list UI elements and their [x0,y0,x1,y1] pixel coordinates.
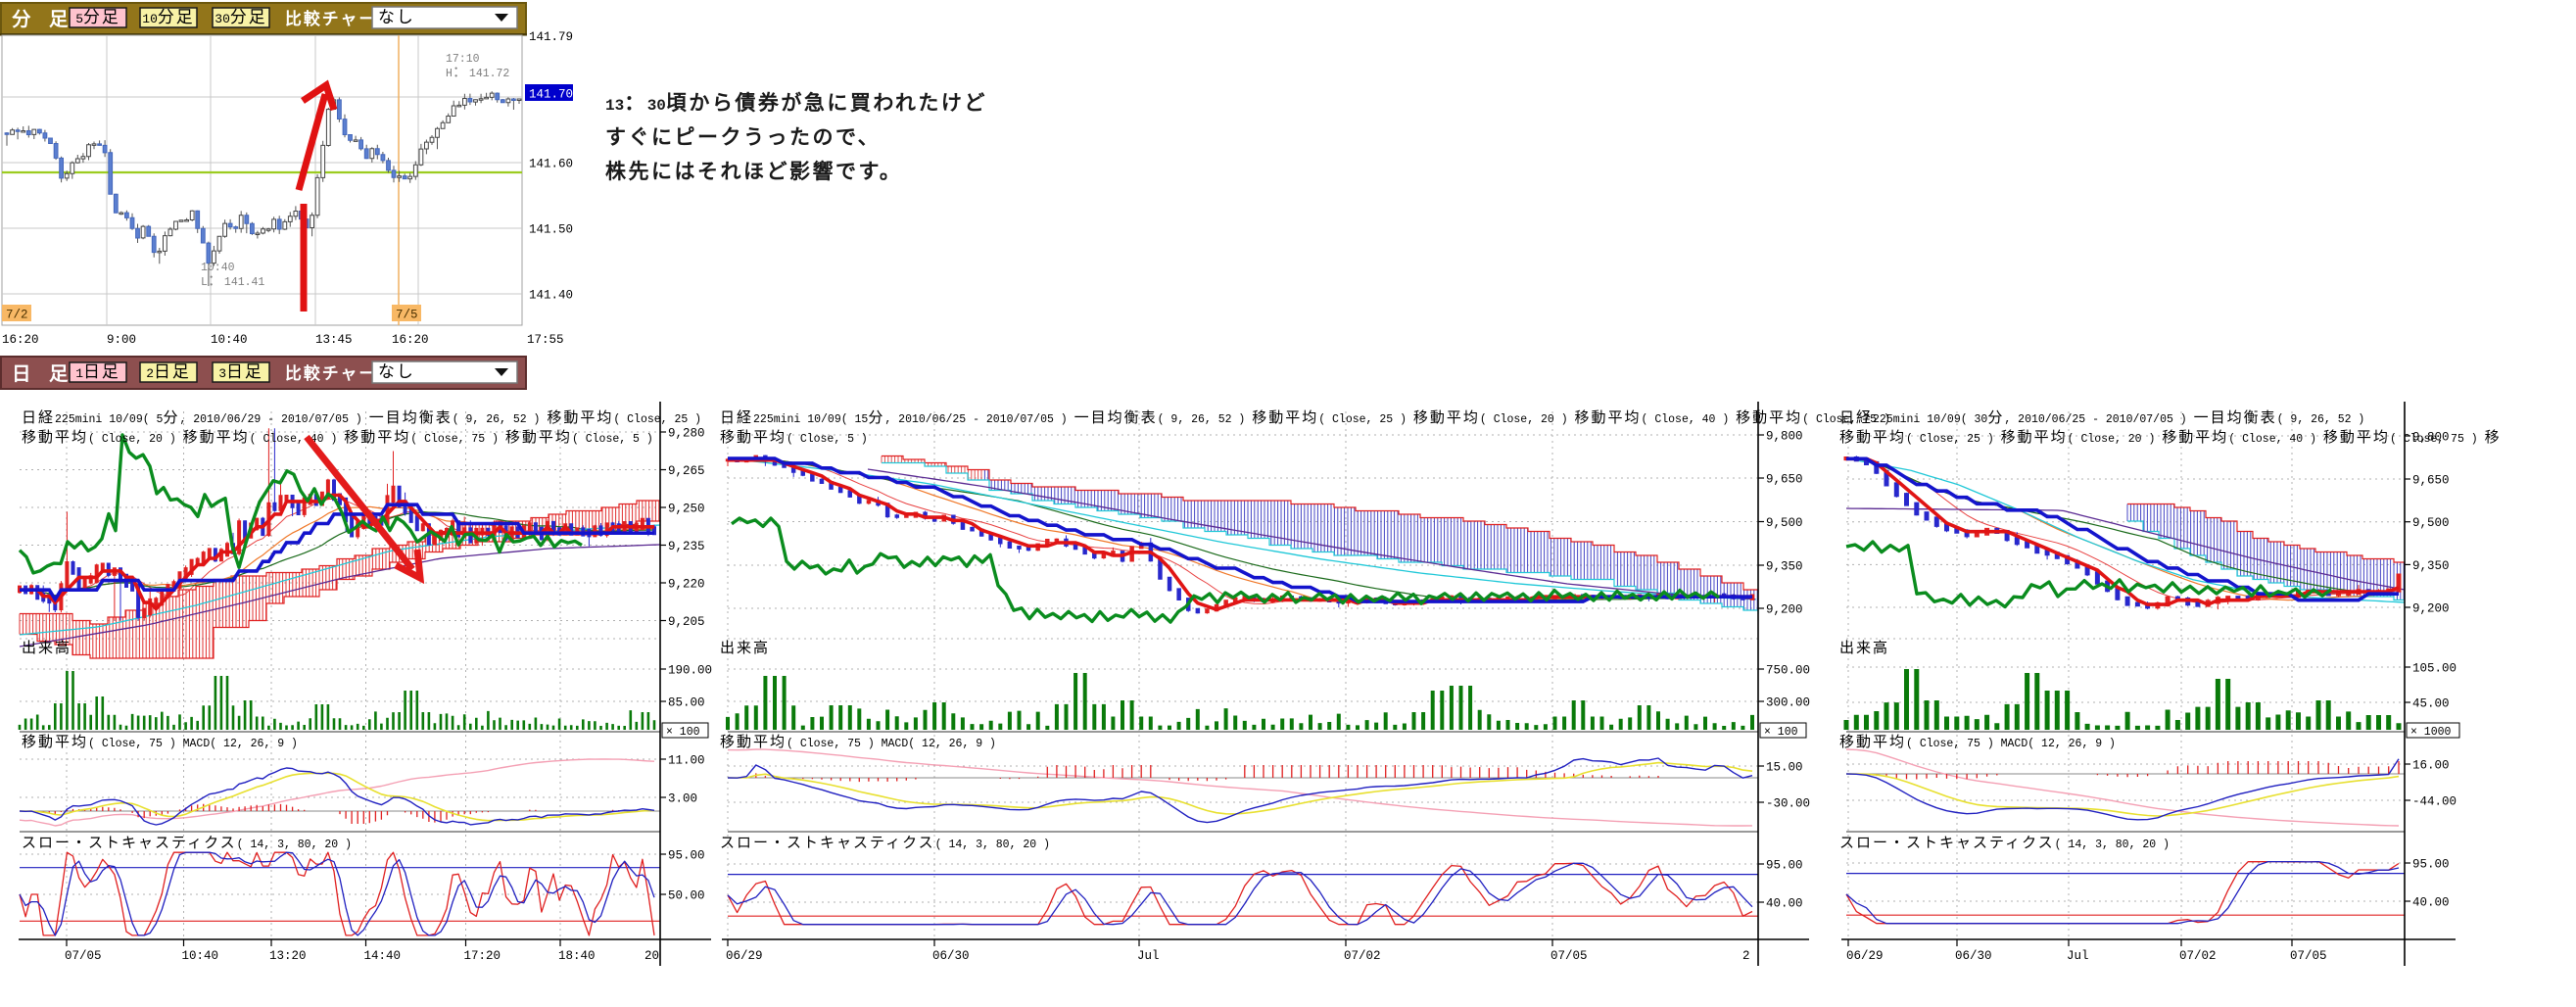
svg-text:2日足: 2日足 [146,363,191,383]
svg-text:18:40: 18:40 [558,949,596,963]
svg-text:10:40: 10:40 [182,949,219,963]
svg-text:出来高: 出来高 [720,640,770,657]
svg-text:07/05: 07/05 [65,949,102,963]
svg-text:2: 2 [1742,949,1750,963]
svg-text:1日足: 1日足 [75,363,120,383]
svg-text:9:00: 9:00 [107,333,136,347]
svg-text:× 1000: × 1000 [2410,726,2452,739]
svg-text:7/5: 7/5 [396,309,418,322]
svg-text:9,235: 9,235 [668,540,705,553]
svg-text:9,500: 9,500 [2412,516,2450,530]
svg-text:07/02: 07/02 [2179,949,2217,963]
svg-text:7/2: 7/2 [6,309,28,322]
svg-text:10:40: 10:40 [211,333,248,347]
svg-text:9,200: 9,200 [2412,602,2450,616]
svg-text:10分足: 10分足 [142,8,194,28]
svg-text:30分足: 30分足 [215,8,266,28]
svg-text:9,800: 9,800 [1766,430,1803,444]
svg-text:16.00: 16.00 [2412,759,2450,773]
svg-text:-30.00: -30.00 [1766,797,1810,811]
svg-text:141.60: 141.60 [529,158,573,171]
svg-text:9,265: 9,265 [668,464,705,478]
svg-text:× 100: × 100 [666,726,700,739]
svg-text:-44.00: -44.00 [2412,795,2457,809]
svg-text:9,650: 9,650 [2412,474,2450,488]
svg-text:3.00: 3.00 [668,792,697,806]
svg-text:9,220: 9,220 [668,578,705,592]
svg-text:15.00: 15.00 [1766,761,1803,775]
svg-text:06/30: 06/30 [1955,949,1992,963]
svg-text:日: 日 [12,364,33,386]
svg-text:9,650: 9,650 [1766,473,1803,487]
svg-text:14:40: 14:40 [364,949,402,963]
svg-text:なし: なし [378,8,415,28]
svg-text:07/05: 07/05 [1550,949,1588,963]
svg-text:16:20: 16:20 [2,333,39,347]
svg-text:9,280: 9,280 [668,427,705,441]
svg-text:出来高: 出来高 [1839,640,1889,657]
svg-text:× 100: × 100 [1764,726,1798,739]
svg-text:L：141.41: L：141.41 [201,273,264,290]
svg-text:16:20: 16:20 [392,333,429,347]
svg-text:20: 20 [644,949,659,963]
svg-text:06/30: 06/30 [932,949,970,963]
svg-text:141.50: 141.50 [529,223,573,237]
svg-text:50.00: 50.00 [668,889,705,903]
svg-text:すぐにピークうったので、: すぐにピークうったので、 [605,126,881,151]
svg-text:40.00: 40.00 [2412,896,2450,910]
svg-text:95.00: 95.00 [1766,859,1803,873]
svg-text:17:55: 17:55 [527,333,564,347]
svg-text:141.79: 141.79 [529,30,573,44]
svg-text:750.00: 750.00 [1766,664,1810,678]
svg-text:07/02: 07/02 [1344,949,1381,963]
svg-text:株先にはそれほど影響です。: 株先にはそれほど影響です。 [605,160,902,185]
svg-text:Jul: Jul [1137,949,1160,963]
svg-text:9,350: 9,350 [1766,560,1803,574]
svg-text:Jul: Jul [2067,949,2089,963]
svg-text:300.00: 300.00 [1766,696,1810,710]
svg-text:13:45: 13:45 [315,333,353,347]
svg-text:190.00: 190.00 [668,664,712,678]
svg-text:95.00: 95.00 [2412,858,2450,872]
svg-text:足: 足 [49,9,71,31]
svg-text:9,350: 9,350 [2412,559,2450,573]
svg-text:85.00: 85.00 [668,696,705,710]
svg-text:5分足: 5分足 [75,8,120,28]
svg-text:9,500: 9,500 [1766,516,1803,530]
svg-text:07/05: 07/05 [2290,949,2327,963]
svg-text:141.40: 141.40 [529,289,573,303]
svg-text:11.00: 11.00 [668,754,705,768]
svg-text:9,205: 9,205 [668,615,705,629]
svg-text:06/29: 06/29 [1846,949,1884,963]
svg-text:分: 分 [12,9,33,31]
svg-text:13:20: 13:20 [269,949,307,963]
svg-text:H：141.72: H：141.72 [446,65,509,81]
svg-text:06/29: 06/29 [726,949,763,963]
svg-text:105.00: 105.00 [2412,662,2457,676]
svg-text:45.00: 45.00 [2412,697,2450,711]
svg-text:17:20: 17:20 [464,949,501,963]
svg-text:9,200: 9,200 [1766,603,1803,617]
svg-text:足: 足 [49,363,71,386]
svg-text:40.00: 40.00 [1766,897,1803,911]
svg-text:95.00: 95.00 [668,849,705,863]
svg-text:出来高: 出来高 [22,640,72,657]
svg-text:141.70: 141.70 [529,88,573,102]
svg-text:3日足: 3日足 [218,363,263,383]
svg-text:なし: なし [378,362,415,383]
svg-text:9,250: 9,250 [668,503,705,516]
